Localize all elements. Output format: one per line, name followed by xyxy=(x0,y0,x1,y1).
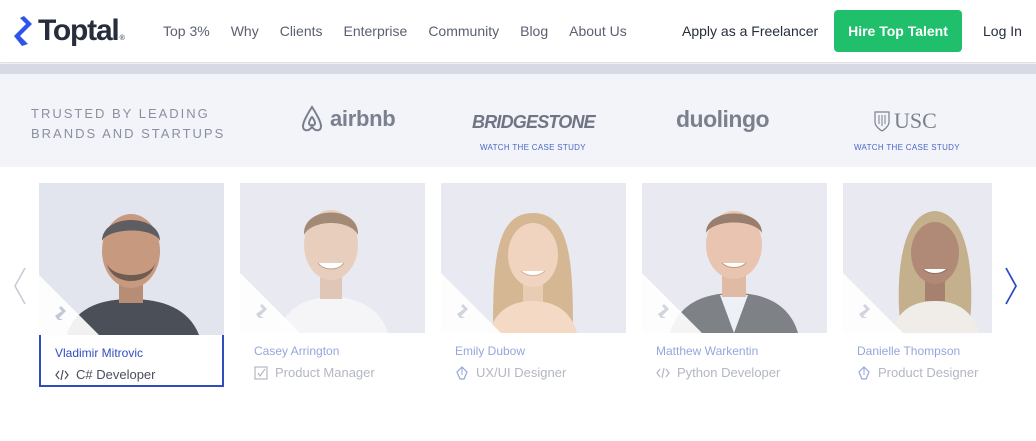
nav-blog[interactable]: Blog xyxy=(520,23,548,39)
chevron-right-icon[interactable] xyxy=(1004,267,1018,305)
talent-role: Product Manager xyxy=(254,365,375,380)
usc-logo: USC xyxy=(874,108,937,134)
talent-role-label: Product Manager xyxy=(275,365,375,380)
bridgestone-case-study-link[interactable]: WATCH THE CASE STUDY xyxy=(480,143,586,152)
photo-corner-triangle xyxy=(240,273,300,333)
nav-top-3[interactable]: Top 3% xyxy=(163,23,210,39)
talent-carousel: Vladimir Mitrovic C# Developer Casey Arr… xyxy=(0,183,1036,387)
talent-card[interactable]: Emily Dubow UX/UI Designer xyxy=(441,183,626,387)
toptal-mark-icon xyxy=(658,304,669,318)
talent-name[interactable]: Danielle Thompson xyxy=(857,344,960,358)
pen-icon xyxy=(456,365,468,380)
talent-card[interactable]: Danielle Thompson Product Designer xyxy=(843,183,992,387)
trusted-brands-section: TRUSTED BY LEADING BRANDS AND STARTUPS a… xyxy=(0,74,1036,167)
duolingo-logo: duolingo xyxy=(676,106,770,132)
usc-wordmark: USC xyxy=(894,108,937,133)
talent-photo xyxy=(240,183,425,333)
talent-role-label: UX/UI Designer xyxy=(476,365,567,380)
photo-corner-triangle xyxy=(39,275,99,335)
login-link[interactable]: Log In xyxy=(983,23,1022,39)
nav-clients[interactable]: Clients xyxy=(280,23,323,39)
talent-photo xyxy=(642,183,827,333)
talent-name[interactable]: Matthew Warkentin xyxy=(656,344,758,358)
talent-photo xyxy=(39,183,224,335)
talent-role: Product Designer xyxy=(857,365,978,380)
photo-corner-triangle xyxy=(441,273,501,333)
toptal-mark-icon xyxy=(457,304,468,318)
nav-why[interactable]: Why xyxy=(231,23,259,39)
hire-top-talent-button[interactable]: Hire Top Talent xyxy=(834,10,962,52)
talent-name[interactable]: Vladimir Mitrovic xyxy=(55,346,143,360)
talent-role-label: Product Designer xyxy=(878,365,979,380)
nav-enterprise[interactable]: Enterprise xyxy=(344,23,408,39)
main-nav: Top 3% Why Clients Enterprise Community … xyxy=(163,23,648,39)
talent-name[interactable]: Emily Dubow xyxy=(455,344,525,358)
toptal-mark-icon xyxy=(859,304,870,318)
photo-corner-triangle xyxy=(642,273,702,333)
photo-corner-triangle xyxy=(843,273,903,333)
talent-card[interactable]: Matthew Warkentin Python Developer xyxy=(642,183,827,387)
talent-card[interactable]: Vladimir Mitrovic C# Developer xyxy=(39,183,224,387)
airbnb-icon xyxy=(301,105,323,132)
talent-role: C# Developer xyxy=(55,367,156,382)
site-header: Toptal ® Top 3% Why Clients Enterprise C… xyxy=(0,0,1036,63)
usc-case-study-link[interactable]: WATCH THE CASE STUDY xyxy=(854,143,960,152)
airbnb-wordmark: airbnb xyxy=(330,106,396,131)
toptal-mark-icon xyxy=(256,304,267,318)
nav-about-us[interactable]: About Us xyxy=(569,23,627,39)
logo-text: Toptal xyxy=(38,14,120,47)
logo-registered-mark: ® xyxy=(119,34,125,42)
nav-community[interactable]: Community xyxy=(428,23,499,39)
apply-freelancer-link[interactable]: Apply as a Freelancer xyxy=(682,23,818,39)
talent-role-label: C# Developer xyxy=(76,367,156,382)
header-shadow-strip xyxy=(0,64,1036,74)
code-icon xyxy=(656,367,670,378)
talent-card[interactable]: Casey Arrington Product Manager xyxy=(240,183,425,387)
talent-role: Python Developer xyxy=(656,365,780,380)
talent-role: UX/UI Designer xyxy=(455,365,566,380)
toptal-logo-icon xyxy=(14,16,32,46)
trusted-label: TRUSTED BY LEADING BRANDS AND STARTUPS xyxy=(31,106,226,141)
checkbox-icon xyxy=(254,365,268,380)
talent-photo xyxy=(441,183,626,333)
toptal-mark-icon xyxy=(55,306,66,320)
talent-photo xyxy=(843,183,992,333)
airbnb-logo: airbnb xyxy=(298,104,396,134)
bridgestone-logo: BRIDGESTONE xyxy=(472,112,596,132)
talent-role-label: Python Developer xyxy=(677,365,781,380)
toptal-logo[interactable]: Toptal ® xyxy=(10,12,125,50)
chevron-left-icon[interactable] xyxy=(13,267,27,305)
talent-name[interactable]: Casey Arrington xyxy=(254,344,339,358)
usc-shield-icon xyxy=(874,111,890,132)
code-icon xyxy=(55,369,69,380)
pen-icon xyxy=(858,365,870,380)
